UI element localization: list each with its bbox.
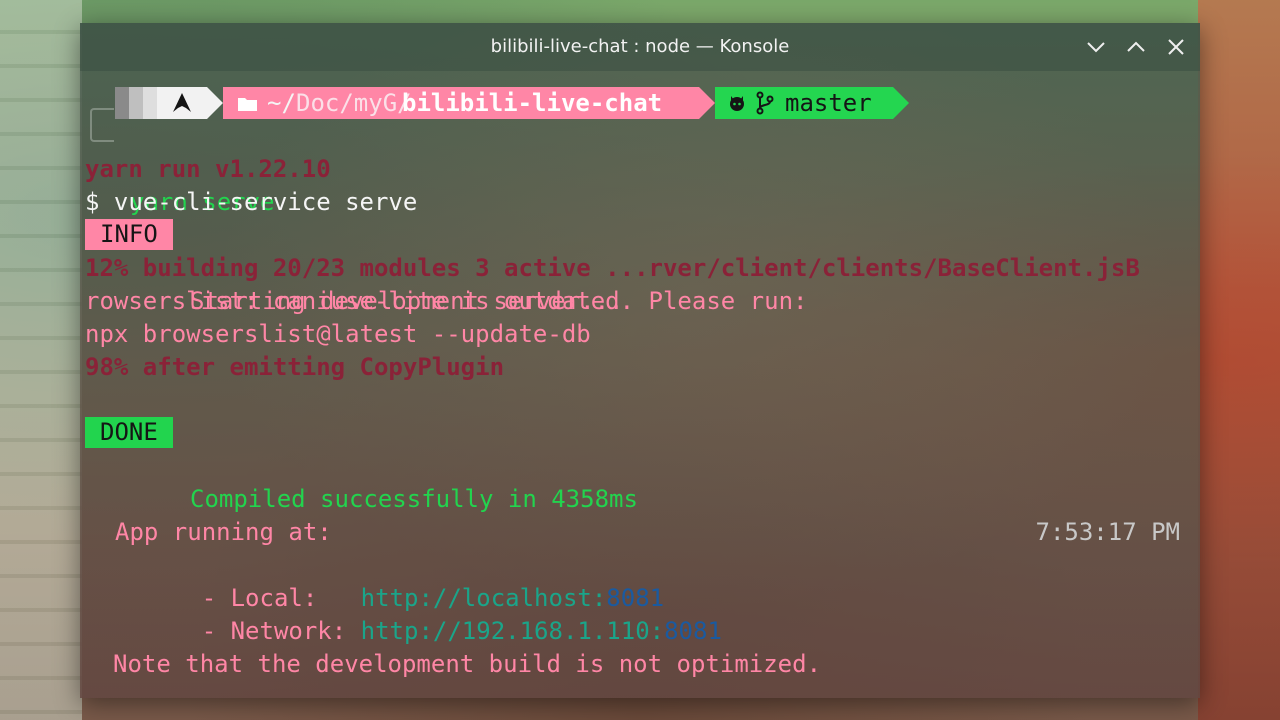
info-badge: INFO	[85, 219, 173, 250]
konsole-window: bilibili-live-chat : node — Konsole ~/ D…	[80, 23, 1200, 698]
network-url[interactable]: http://192.168.1.110:	[361, 617, 664, 645]
title-bar[interactable]: bilibili-live-chat : node — Konsole	[80, 23, 1200, 71]
window-title: bilibili-live-chat : node — Konsole	[490, 36, 790, 57]
close-button[interactable]	[1164, 35, 1188, 59]
done-badge: DONE	[85, 417, 173, 448]
prompt-connector-icon	[90, 108, 114, 142]
minimize-button[interactable]	[1084, 35, 1108, 59]
path-prefix: ~/	[267, 89, 296, 117]
path-current: bilibili-live-chat	[402, 89, 663, 117]
prompt-git-segment: master	[715, 87, 909, 119]
network-label: - Network:	[201, 617, 361, 645]
app-running-heading: App running at:	[115, 518, 332, 546]
git-branch-name: master	[785, 89, 872, 117]
dollar-command-line: $ vue-cli-service serve	[85, 188, 418, 216]
yarn-version-line: yarn run v1.22.10	[85, 155, 331, 183]
prompt-segment-bar	[129, 87, 143, 119]
maximize-button[interactable]	[1124, 35, 1148, 59]
network-port[interactable]: 8081	[664, 617, 722, 645]
browserslist-command: npx browserslist@latest --update-db	[85, 320, 591, 348]
close-icon	[1168, 39, 1184, 55]
path-parent: Doc/myG/	[296, 89, 412, 117]
chevron-down-icon	[1087, 42, 1105, 53]
terminal-output[interactable]: ~/ Doc/myG/ bilibili-live-chat master ya…	[85, 87, 1195, 698]
timestamp: 7:53:17 PM	[1035, 518, 1181, 546]
git-branch-icon	[756, 91, 774, 115]
wallpaper-left	[0, 0, 82, 720]
prompt-os-segment	[157, 87, 223, 119]
prompt-segment-bar	[143, 87, 157, 119]
done-text: Compiled successfully in 4358ms	[190, 485, 638, 513]
folder-icon	[238, 98, 257, 111]
emit-line: 98% after emitting CopyPlugin	[85, 353, 505, 381]
prompt-line: ~/ Doc/myG/ bilibili-live-chat master	[85, 87, 1195, 120]
progress-line: 12% building 20/23 modules 3 active ...r…	[85, 254, 1140, 282]
arch-linux-icon	[173, 93, 191, 112]
github-icon	[730, 96, 744, 111]
done-line: DONE Compiled successfully in 4358ms 7:5…	[85, 417, 1195, 546]
chevron-up-icon	[1127, 41, 1145, 52]
info-line: INFO Starting development server...	[85, 219, 1195, 315]
command-line: yarn serve	[85, 108, 275, 216]
prompt-path-segment: ~/ Doc/myG/ bilibili-live-chat	[223, 87, 715, 119]
optimization-note: Note that the development build is not o…	[113, 650, 822, 678]
network-url-line: - Network: http://192.168.1.110:8081	[115, 582, 722, 645]
browserslist-warning: rowserslist: caniuse-lite is outdated. P…	[85, 287, 808, 315]
prompt-segment-bar	[115, 87, 129, 119]
local-url-line: - Local: http://localhost:8081	[115, 549, 664, 612]
wallpaper-right	[1198, 0, 1280, 720]
